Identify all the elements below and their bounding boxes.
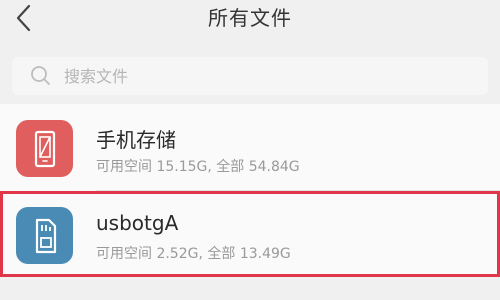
storage-item-phone[interactable]: 手机存储 可用空间 15.15G, 全部 54.84G — [0, 104, 500, 190]
sd-card-icon — [16, 207, 73, 264]
phone-icon — [16, 120, 73, 177]
page-title: 所有文件 — [208, 6, 292, 30]
search-bar[interactable] — [12, 57, 488, 95]
top-bar: 所有文件 — [0, 0, 500, 44]
search-icon — [30, 65, 52, 87]
storage-details: 可用空间 2.52G, 全部 13.49G — [96, 246, 291, 262]
storage-item-usb[interactable]: usbotgA 可用空间 2.52G, 全部 13.49G — [0, 191, 500, 277]
storage-details: 可用空间 15.15G, 全部 54.84G — [96, 159, 300, 175]
storage-list: 手机存储 可用空间 15.15G, 全部 54.84G usbotgA 可用空间… — [0, 104, 500, 277]
search-input[interactable] — [64, 61, 444, 91]
storage-name: usbotgA — [96, 211, 179, 235]
storage-name: 手机存储 — [96, 128, 176, 152]
